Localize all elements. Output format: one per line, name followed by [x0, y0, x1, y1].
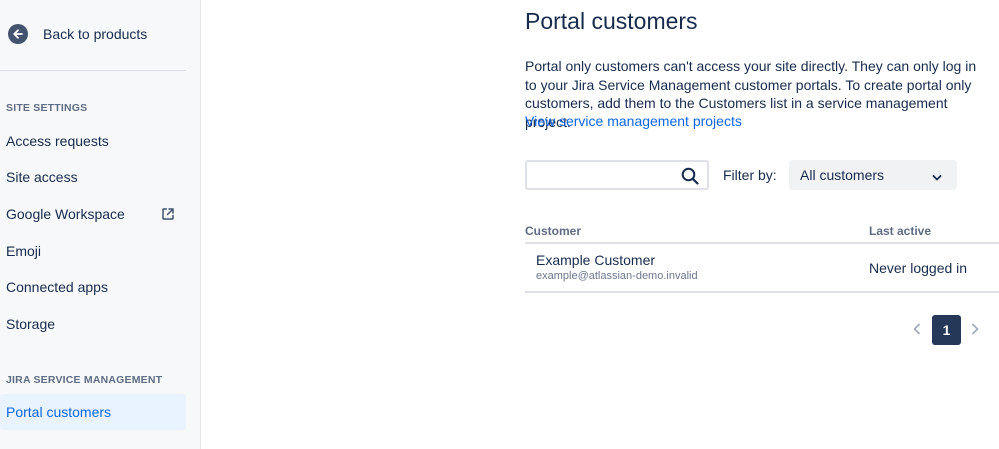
back-to-products-button[interactable]: Back to products [8, 22, 147, 46]
sidebar-item-access-requests[interactable]: Access requests [0, 123, 186, 159]
filter-label: Filter by: [723, 167, 777, 183]
arrow-left-icon [8, 24, 28, 44]
sidebar-item-label: Storage [6, 316, 56, 332]
column-header-last-active[interactable]: Last active [869, 224, 931, 238]
customer-last-active: Never logged in [869, 260, 968, 276]
section-title-site-settings: SITE SETTINGS [6, 102, 88, 114]
sidebar-item-portal-customers[interactable]: Portal customers [0, 394, 186, 430]
sidebar-item-emoji[interactable]: Emoji [0, 233, 186, 269]
filter-select[interactable]: All customers [789, 160, 957, 190]
sidebar-item-label: Portal customers [6, 404, 112, 420]
filter-select-value: All customers [800, 167, 885, 183]
table-bottom-divider [525, 291, 999, 293]
search-input[interactable] [527, 162, 677, 188]
chevron-right-icon[interactable] [967, 321, 983, 337]
sidebar: Back to products SITE SETTINGS Access re… [0, 0, 201, 449]
section-title-jira-service-management: JIRA SERVICE MANAGEMENT [6, 374, 163, 386]
search-field[interactable] [525, 160, 709, 190]
table-header-divider [525, 242, 999, 244]
customer-email: example@atlassian-demo.invalid [536, 270, 698, 282]
sidebar-divider [0, 70, 186, 71]
sidebar-item-site-access[interactable]: Site access [0, 159, 186, 195]
sidebar-item-label: Access requests [6, 133, 109, 149]
external-link-icon [161, 207, 175, 221]
sidebar-item-connected-apps[interactable]: Connected apps [0, 269, 186, 305]
sidebar-item-google-workspace[interactable]: Google Workspace [0, 196, 186, 232]
view-projects-link[interactable]: View service management projects [525, 113, 742, 129]
sidebar-item-label: Connected apps [6, 279, 108, 295]
sidebar-item-label: Site access [6, 169, 78, 185]
page-title: Portal customers [525, 8, 698, 34]
column-header-customer[interactable]: Customer [525, 224, 581, 238]
chevron-down-icon [931, 170, 943, 181]
main-content: Portal customers Portal only customers c… [201, 0, 999, 449]
search-icon[interactable] [681, 167, 699, 185]
sidebar-item-label: Emoji [6, 243, 42, 259]
customer-name: Example Customer [536, 252, 656, 268]
back-label: Back to products [43, 26, 148, 42]
page-button-current[interactable]: 1 [932, 315, 961, 345]
sidebar-item-storage[interactable]: Storage [0, 306, 186, 342]
sidebar-item-label: Google Workspace [6, 206, 125, 222]
chevron-left-icon[interactable] [909, 321, 925, 337]
